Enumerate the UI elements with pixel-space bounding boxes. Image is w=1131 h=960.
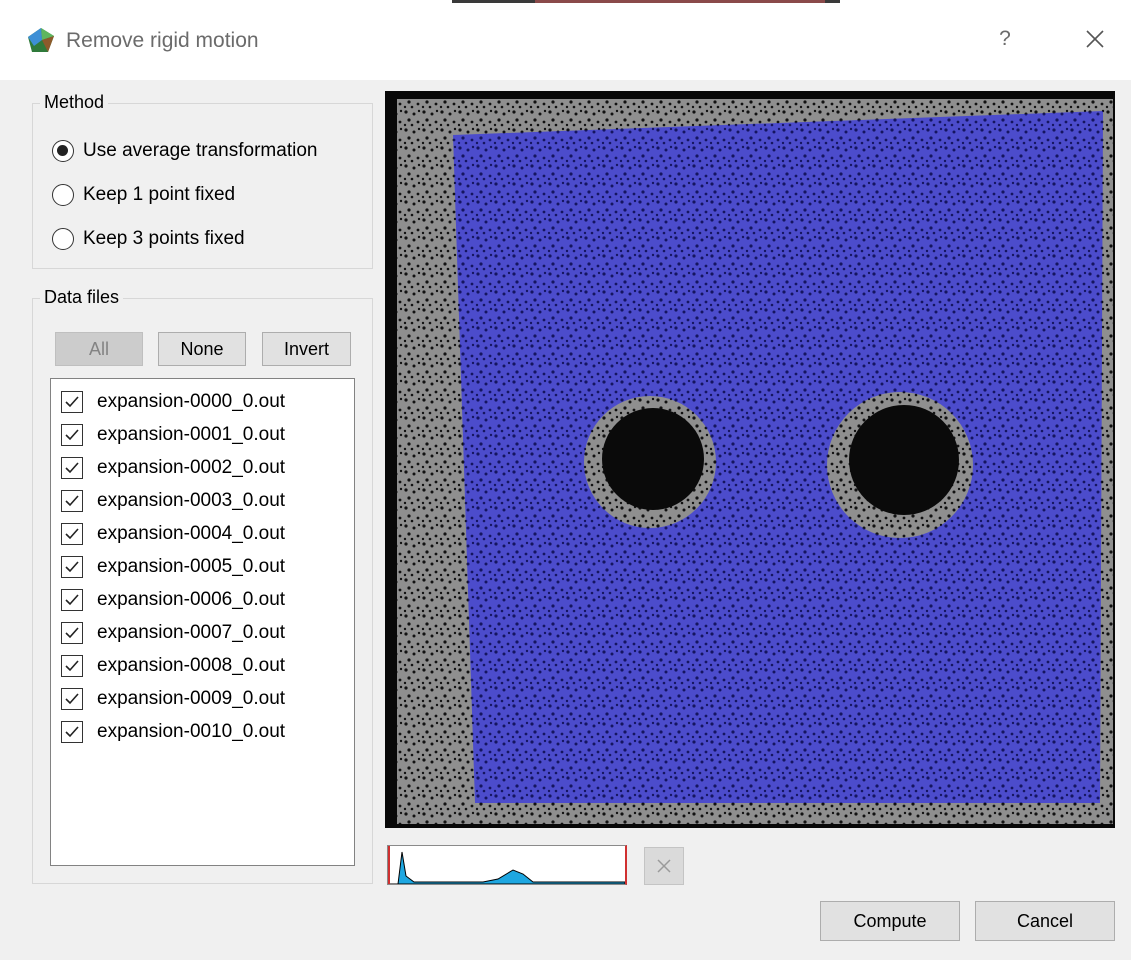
- file-checkbox[interactable]: [61, 456, 83, 479]
- file-list-item[interactable]: expansion-0001_0.out: [61, 418, 285, 451]
- file-list-item[interactable]: expansion-0004_0.out: [61, 517, 285, 550]
- file-name: expansion-0000_0.out: [97, 390, 286, 412]
- file-checkbox[interactable]: [61, 588, 83, 611]
- file-list-item[interactable]: expansion-0010_0.out: [61, 715, 285, 748]
- select-none-button[interactable]: None: [158, 332, 246, 366]
- file-name: expansion-0003_0.out: [97, 489, 286, 511]
- data-files-group-label: Data files: [40, 286, 124, 308]
- file-list-item[interactable]: expansion-0009_0.out: [61, 682, 285, 715]
- select-all-button[interactable]: All: [55, 332, 143, 366]
- file-list-item[interactable]: expansion-0000_0.out: [61, 385, 285, 418]
- file-name: expansion-0008_0.out: [97, 654, 286, 676]
- file-list-item[interactable]: expansion-0003_0.out: [61, 484, 285, 517]
- histogram[interactable]: [387, 845, 627, 885]
- file-list-item[interactable]: expansion-0002_0.out: [61, 451, 285, 484]
- invert-selection-button[interactable]: Invert: [262, 332, 351, 366]
- file-name: expansion-0001_0.out: [97, 423, 286, 445]
- compute-button[interactable]: Compute: [820, 901, 960, 941]
- file-name: expansion-0010_0.out: [97, 720, 286, 742]
- help-button[interactable]: ?: [990, 22, 1020, 56]
- file-list-item[interactable]: expansion-0007_0.out: [61, 616, 285, 649]
- radio-keep-3-points[interactable]: Keep 3 points fixed: [52, 224, 245, 254]
- speckle-image: [385, 91, 1115, 828]
- close-button[interactable]: [1076, 20, 1114, 58]
- radio-label: Keep 3 points fixed: [83, 228, 245, 249]
- file-name: expansion-0007_0.out: [97, 621, 286, 643]
- file-list-item[interactable]: expansion-0008_0.out: [61, 649, 285, 682]
- histogram-plot: [388, 846, 626, 885]
- checkmark-icon: [65, 560, 79, 572]
- file-checkbox[interactable]: [61, 390, 83, 413]
- file-checkbox[interactable]: [61, 489, 83, 512]
- cancel-button[interactable]: Cancel: [975, 901, 1115, 941]
- window-title: Remove rigid motion: [66, 29, 259, 52]
- radio-use-average[interactable]: Use average transformation: [52, 136, 317, 166]
- checkmark-icon: [65, 428, 79, 440]
- background-window-edge-accent: [535, 0, 825, 3]
- file-checkbox[interactable]: [61, 522, 83, 545]
- hole-right: [827, 392, 973, 538]
- checkmark-icon: [65, 626, 79, 638]
- radio-indicator[interactable]: [52, 140, 74, 162]
- image-view[interactable]: [385, 91, 1115, 828]
- radio-indicator[interactable]: [52, 228, 74, 250]
- close-icon: [1086, 30, 1104, 48]
- radio-keep-1-point[interactable]: Keep 1 point fixed: [52, 180, 235, 210]
- file-checkbox[interactable]: [61, 555, 83, 578]
- file-checkbox[interactable]: [61, 720, 83, 743]
- radio-indicator[interactable]: [52, 184, 74, 206]
- radio-label: Use average transformation: [83, 140, 318, 161]
- data-file-list[interactable]: expansion-0000_0.out expansion-0001_0.out…: [50, 378, 355, 866]
- file-name: expansion-0002_0.out: [97, 456, 286, 478]
- app-icon: [26, 26, 56, 54]
- hole-left: [584, 396, 716, 528]
- file-checkbox[interactable]: [61, 621, 83, 644]
- checkmark-icon: [65, 527, 79, 539]
- file-name: expansion-0005_0.out: [97, 555, 286, 577]
- file-checkbox[interactable]: [61, 654, 83, 677]
- checkmark-icon: [65, 593, 79, 605]
- method-group-label: Method: [40, 91, 109, 113]
- close-icon: [657, 859, 671, 873]
- checkmark-icon: [65, 659, 79, 671]
- file-checkbox[interactable]: [61, 423, 83, 446]
- roi-overlay: [453, 111, 1103, 803]
- file-name: expansion-0004_0.out: [97, 522, 286, 544]
- checkmark-icon: [65, 395, 79, 407]
- checkmark-icon: [65, 494, 79, 506]
- radio-label: Keep 1 point fixed: [83, 184, 236, 205]
- file-checkbox[interactable]: [61, 687, 83, 710]
- checkmark-icon: [65, 725, 79, 737]
- checkmark-icon: [65, 692, 79, 704]
- file-list-item[interactable]: expansion-0006_0.out: [61, 583, 285, 616]
- file-name: expansion-0006_0.out: [97, 588, 286, 610]
- file-list-item[interactable]: expansion-0005_0.out: [61, 550, 285, 583]
- checkmark-icon: [65, 461, 79, 473]
- clear-histogram-button[interactable]: [644, 847, 684, 885]
- file-name: expansion-0009_0.out: [97, 687, 286, 709]
